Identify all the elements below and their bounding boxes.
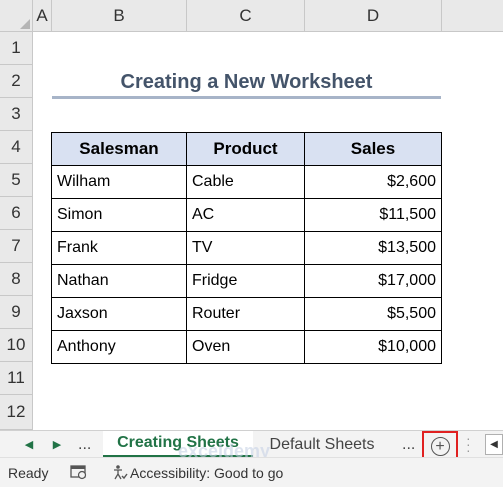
tab-splitter-handle[interactable]: · · · [466,431,471,457]
worksheet-title[interactable]: Creating a New Worksheet [52,66,441,98]
table-row: Jaxson Router $5,500 [51,297,442,331]
cell-product[interactable]: TV [186,231,305,265]
cell-salesman[interactable]: Nathan [51,264,187,298]
previous-sheet-icon[interactable]: ◀ [16,431,42,458]
status-ready: Ready [8,465,49,481]
column-header-b[interactable]: B [52,0,187,32]
row-header-9[interactable]: 9 [0,296,33,329]
column-header-c[interactable]: C [187,0,305,32]
cell-sales[interactable]: $2,600 [304,165,442,199]
header-cell-sales[interactable]: Sales [304,132,442,166]
cell-sales[interactable]: $11,500 [304,198,442,232]
cell-product[interactable]: Oven [186,330,305,364]
accessibility-status[interactable]: Accessibility: Good to go [130,465,283,481]
more-sheets-right-button[interactable]: ... [402,431,415,458]
macro-recorder-icon[interactable] [70,464,88,483]
cell-sales[interactable]: $10,000 [304,330,442,364]
cell-salesman[interactable]: Anthony [51,330,187,364]
cell-salesman[interactable]: Wilham [51,165,187,199]
select-all-button[interactable] [0,0,33,32]
table-row: Simon AC $11,500 [51,198,442,232]
column-header-empty [442,0,503,32]
row-header-7[interactable]: 7 [0,230,33,263]
tab-default-sheets[interactable]: Default Sheets [256,431,388,458]
cell-salesman[interactable]: Frank [51,231,187,265]
table-row: Frank TV $13,500 [51,231,442,265]
table-row: Anthony Oven $10,000 [51,330,442,364]
row-header-8[interactable]: 8 [0,263,33,296]
next-sheet-icon[interactable]: ▶ [44,431,70,458]
cell-product[interactable]: Fridge [186,264,305,298]
cell-product[interactable]: Router [186,297,305,331]
row-header-10[interactable]: 10 [0,329,33,362]
row-header-1[interactable]: 1 [0,32,33,65]
table-row: Nathan Fridge $17,000 [51,264,442,298]
row-header-4[interactable]: 4 [0,131,33,164]
plus-circle-icon: + [430,437,450,456]
row-header-6[interactable]: 6 [0,197,33,230]
cell-sales[interactable]: $13,500 [304,231,442,265]
status-bar: Ready Accessibility: Good to go [0,457,503,487]
row-header-3[interactable]: 3 [0,98,33,131]
accessibility-icon[interactable] [112,464,128,483]
spreadsheet-grid[interactable]: A B C D 1 2 3 4 5 6 7 8 9 10 11 12 Creat… [0,0,503,430]
cell-salesman[interactable]: Simon [51,198,187,232]
table-header-row: Salesman Product Sales [51,132,442,166]
row-header-12[interactable]: 12 [0,395,33,430]
row-header-2[interactable]: 2 [0,65,33,98]
title-underline [52,96,441,99]
scroll-left-icon[interactable]: ◀ [485,434,503,455]
row-header-5[interactable]: 5 [0,164,33,197]
more-sheets-left-button[interactable]: ... [78,431,91,458]
cell-sales[interactable]: $5,500 [304,297,442,331]
header-cell-product[interactable]: Product [186,132,305,166]
cell-product[interactable]: Cable [186,165,305,199]
table-row: Wilham Cable $2,600 [51,165,442,199]
cell-sales[interactable]: $17,000 [304,264,442,298]
sales-table: Salesman Product Sales Wilham Cable $2,6… [51,132,442,364]
column-header-a[interactable]: A [33,0,52,32]
cell-salesman[interactable]: Jaxson [51,297,187,331]
header-cell-salesman[interactable]: Salesman [51,132,187,166]
row-header-11[interactable]: 11 [0,362,33,395]
column-header-d[interactable]: D [305,0,442,32]
cell-product[interactable]: AC [186,198,305,232]
